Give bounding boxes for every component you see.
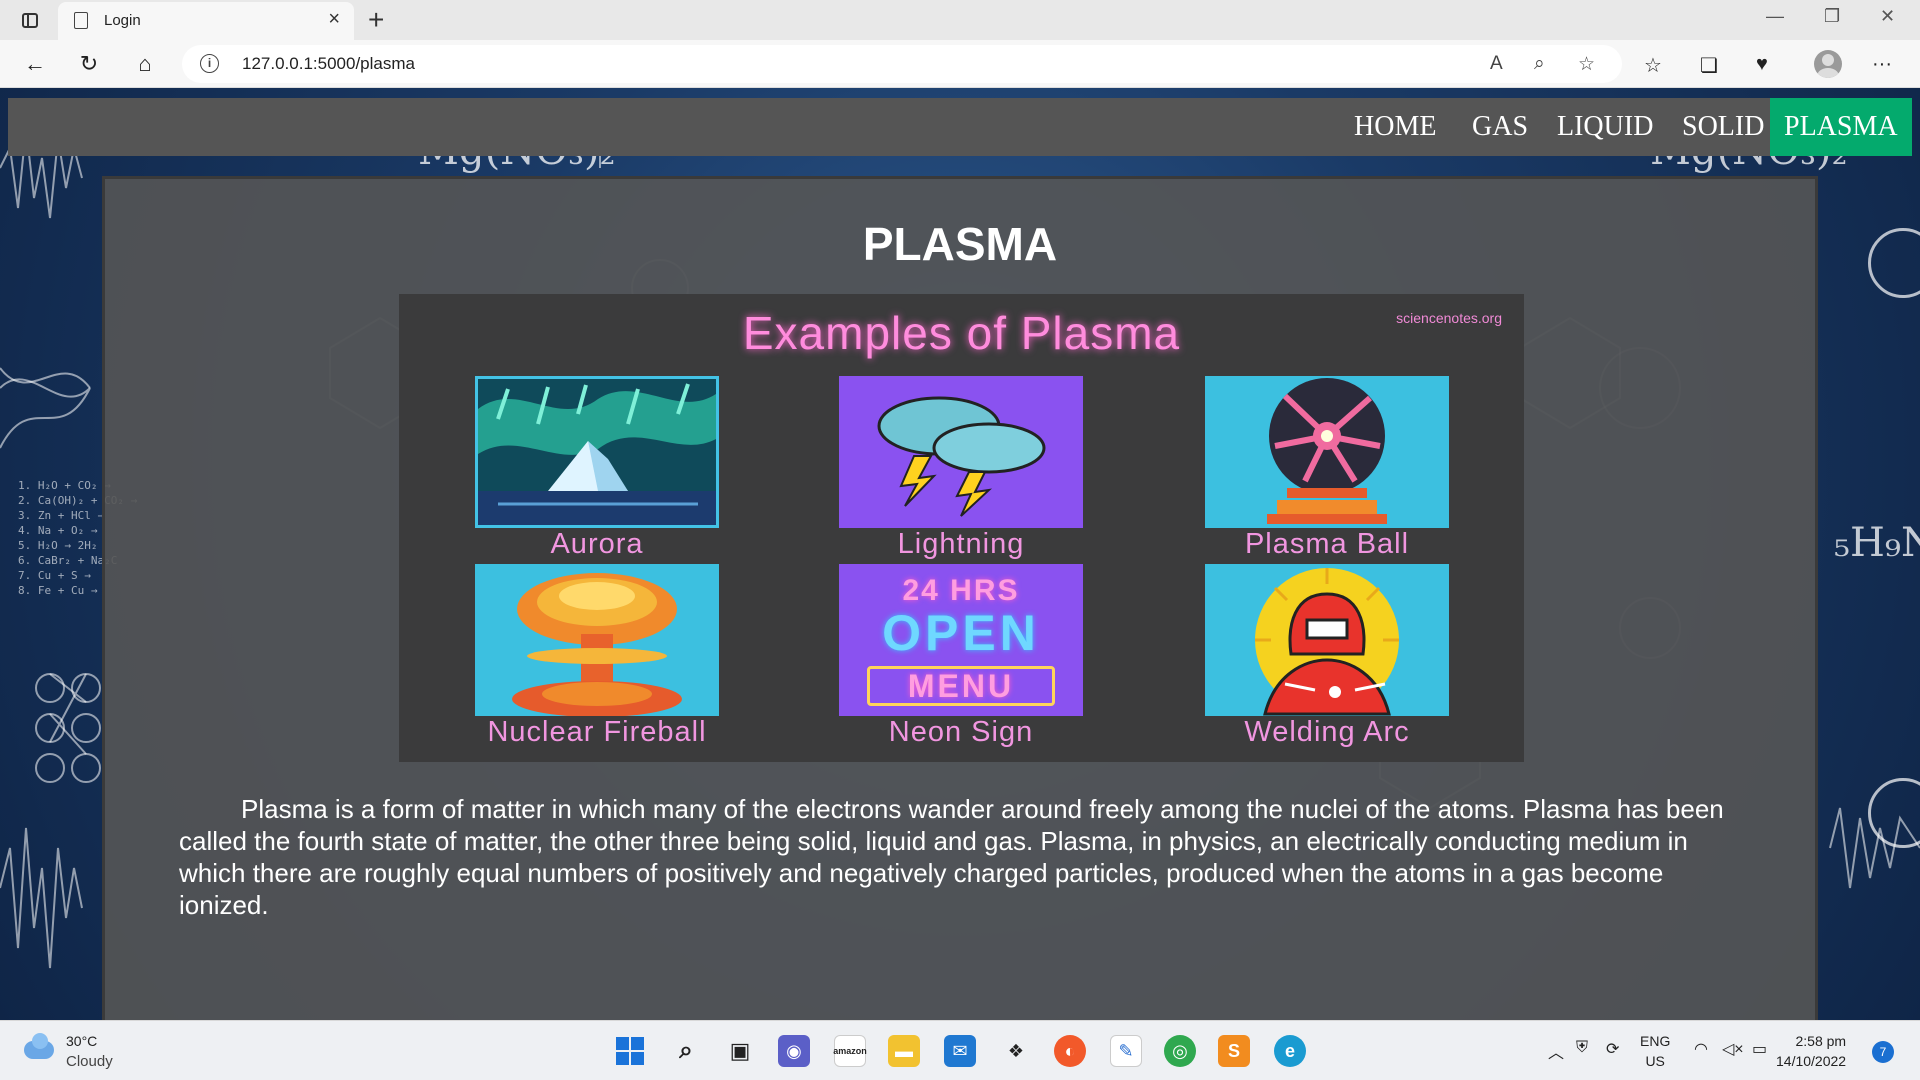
- firefox-icon[interactable]: ◐: [1054, 1035, 1086, 1067]
- chat-icon[interactable]: ◉: [778, 1035, 810, 1067]
- nuclear-fireball-icon: [475, 564, 719, 717]
- health-icon[interactable]: ♥: [1756, 53, 1768, 76]
- read-aloud-icon[interactable]: A: [1490, 53, 1503, 75]
- nuclear-fireball-label: Nuclear Fireball: [487, 716, 707, 748]
- edge-icon[interactable]: e: [1274, 1035, 1306, 1067]
- refresh-icon[interactable]: ↻: [72, 48, 106, 80]
- plasma-ball-icon: [1205, 376, 1449, 528]
- restore-icon[interactable]: ❐: [1824, 6, 1840, 27]
- lightning-label: Lightning: [897, 528, 1025, 560]
- minimize-icon[interactable]: —: [1766, 6, 1784, 27]
- profile-avatar[interactable]: [1814, 50, 1842, 78]
- tab-title: Login: [104, 12, 141, 29]
- plasma-description: Plasma is a form of matter in which many…: [179, 794, 1724, 920]
- url-text[interactable]: 127.0.0.1:5000/plasma: [242, 54, 415, 74]
- battery-icon[interactable]: ▭: [1752, 1039, 1767, 1059]
- amazon-icon[interactable]: amazon: [833, 1035, 867, 1067]
- neon-sign-label: Neon Sign: [888, 716, 1034, 748]
- volume-muted-icon[interactable]: ◁×: [1722, 1039, 1744, 1059]
- sublime-text-icon[interactable]: S: [1218, 1035, 1250, 1067]
- close-window-icon[interactable]: ✕: [1880, 6, 1895, 27]
- clock-time: 2:58 pm: [1795, 1033, 1847, 1049]
- content-panel: PLASMA Examples of Plasma sciencenotes.o…: [102, 176, 1818, 1020]
- search-icon[interactable]: ⌕: [670, 1035, 702, 1067]
- add-favorite-icon[interactable]: ☆: [1578, 53, 1595, 76]
- mail-icon[interactable]: ✉: [944, 1035, 976, 1067]
- infographic-source: sciencenotes.org: [1396, 310, 1502, 326]
- clock[interactable]: 2:58 pm 14/10/2022: [1776, 1031, 1846, 1071]
- tab-close-icon[interactable]: ×: [328, 8, 340, 31]
- aurora-label: Aurora: [550, 528, 644, 560]
- site-info-icon[interactable]: i: [200, 54, 219, 73]
- welding-arc-label: Welding Arc: [1244, 716, 1410, 748]
- show-hidden-icons-icon[interactable]: ︿: [1548, 1039, 1564, 1063]
- nav-solid[interactable]: SOLID: [1668, 98, 1778, 156]
- antivirus-icon[interactable]: ⛨: [1576, 1039, 1588, 1057]
- browser-tab[interactable]: Login ×: [58, 2, 354, 40]
- plasma-ball-label: Plasma Ball: [1244, 528, 1410, 560]
- taskbar: 30°C Cloudy ⌕ ▣ ◉ amazon ▬ ✉ ❖ ◐ ✎ ◎ S e…: [0, 1020, 1920, 1080]
- weather-temperature: 30°C: [66, 1033, 98, 1049]
- infographic-title: Examples of Plasma: [742, 307, 1181, 359]
- weather-widget[interactable]: 30°C Cloudy: [20, 1033, 160, 1073]
- background-formula-right: ₅H₉NO: [1834, 520, 1920, 566]
- tab-actions-icon[interactable]: [16, 8, 44, 32]
- back-icon[interactable]: ←: [18, 48, 52, 80]
- page-viewport: 1. H₂O + CO₂ → 2. Ca(OH)₂ + CO₂ → 3. Zn …: [0, 88, 1920, 1020]
- cloud-icon: [24, 1033, 54, 1059]
- weather-condition: Cloudy: [66, 1053, 113, 1070]
- tab-bar: Login × + — ❐ ✕: [0, 0, 1920, 40]
- language-indicator[interactable]: ENG US: [1640, 1031, 1670, 1071]
- chrome-icon[interactable]: ◎: [1164, 1035, 1196, 1067]
- plasma-infographic: Examples of Plasma sciencenotes.org Auro…: [399, 294, 1524, 762]
- more-menu-icon[interactable]: ···: [1872, 53, 1892, 76]
- clock-date: 14/10/2022: [1776, 1053, 1847, 1069]
- page-title: PLASMA: [862, 218, 1058, 270]
- task-view-icon[interactable]: ▣: [724, 1035, 756, 1067]
- url-field[interactable]: i 127.0.0.1:5000/plasma A ⌕ ☆: [182, 45, 1622, 83]
- aurora-icon: [475, 376, 719, 528]
- lightning-icon: [839, 376, 1083, 528]
- favorites-icon[interactable]: ☆: [1644, 53, 1662, 78]
- new-tab-icon[interactable]: +: [368, 4, 384, 36]
- nav-plasma[interactable]: PLASMA: [1770, 98, 1912, 156]
- page-icon: [74, 12, 88, 29]
- nav-liquid[interactable]: LIQUID: [1543, 98, 1667, 156]
- wifi-icon[interactable]: ◠: [1694, 1039, 1708, 1059]
- neon-sign-icon: 24 HRS OPEN MENU: [839, 564, 1083, 716]
- welding-arc-icon: [1205, 564, 1449, 716]
- nav-gas[interactable]: GAS: [1458, 98, 1542, 156]
- top-navigation: HOME GAS LIQUID SOLID PLASMA: [8, 98, 1912, 156]
- start-icon[interactable]: [614, 1035, 646, 1067]
- zoom-icon[interactable]: ⌕: [1534, 53, 1545, 75]
- file-explorer-icon[interactable]: ▬: [888, 1035, 920, 1067]
- address-bar: ← ↻ ⌂ i 127.0.0.1:5000/plasma A ⌕ ☆ ☆ ❏ …: [0, 40, 1920, 88]
- sync-icon[interactable]: ⟳: [1606, 1039, 1619, 1059]
- notification-badge[interactable]: 7: [1872, 1041, 1894, 1063]
- dropbox-icon[interactable]: ❖: [1000, 1035, 1032, 1067]
- collections-icon[interactable]: ❏: [1700, 53, 1718, 78]
- nav-home[interactable]: HOME: [1340, 98, 1450, 156]
- notepad-icon[interactable]: ✎: [1110, 1035, 1142, 1067]
- home-icon[interactable]: ⌂: [128, 48, 162, 80]
